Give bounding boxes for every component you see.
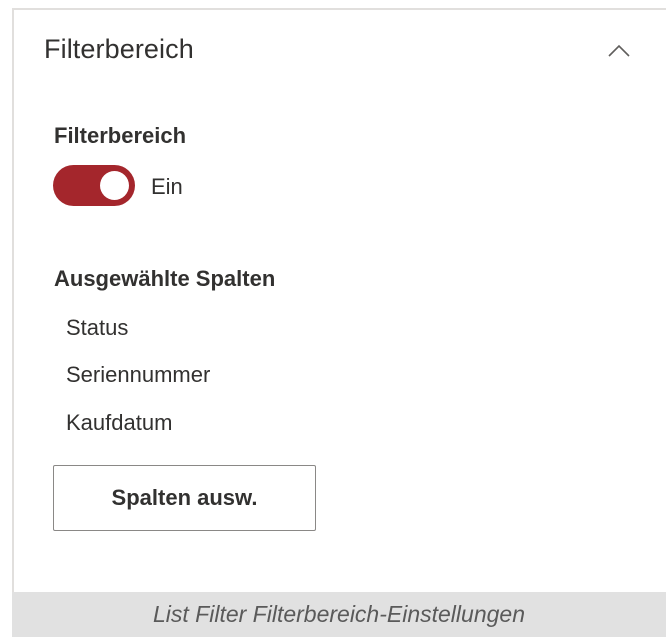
select-columns-button[interactable]: Spalten ausw. [53, 465, 316, 531]
caption-bar: List Filter Filterbereich-Einstellungen [12, 592, 666, 637]
toggle-knob [100, 171, 129, 200]
selected-columns-label: Ausgewählte Spalten [54, 266, 276, 291]
column-item-kaufdatum: Kaufdatum [66, 410, 173, 435]
toggle-state-label: Ein [151, 174, 183, 199]
column-item-seriennummer: Seriennummer [66, 362, 211, 387]
section-title: Filterbereich [44, 34, 194, 64]
filter-pane-label: Filterbereich [54, 123, 187, 148]
column-item-status: Status [66, 315, 129, 340]
filter-pane-toggle[interactable] [53, 165, 135, 206]
chevron-up-icon [608, 44, 630, 62]
caption-text: List Filter Filterbereich-Einstellungen [153, 601, 525, 627]
collapse-button[interactable] [604, 38, 634, 68]
